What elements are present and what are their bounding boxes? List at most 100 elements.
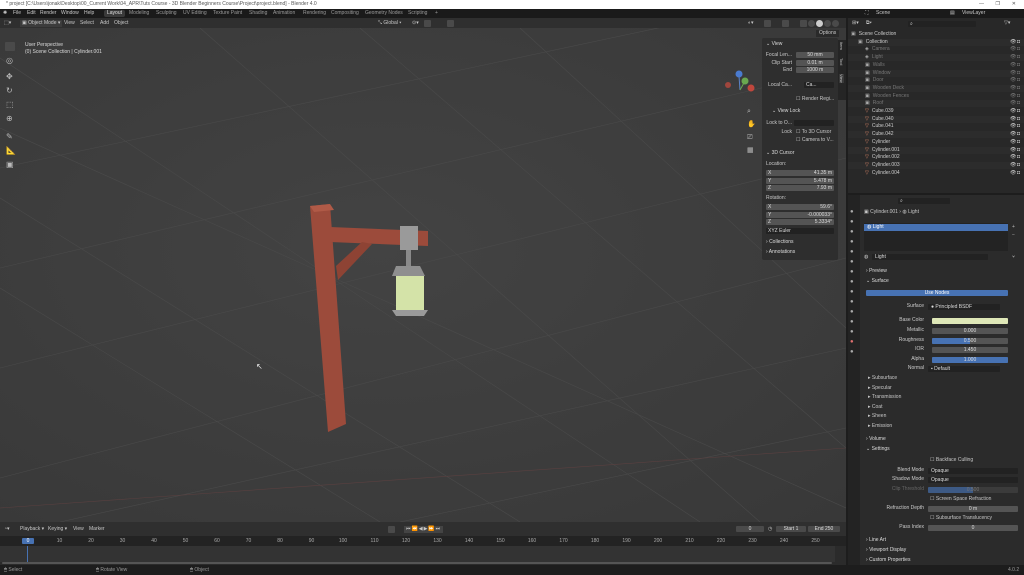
cursor-rotation-y[interactable]: Y -0.000033° [766, 211, 834, 218]
visibility-eye-icon[interactable]: 👁 [1010, 131, 1016, 138]
visibility-eye-icon[interactable]: 👁 [1010, 85, 1016, 92]
start-frame-field[interactable]: Start 1 [776, 526, 806, 532]
cursor-location-y[interactable]: Y 5.478 m [766, 177, 834, 184]
visibility-eye-icon[interactable]: 👁 [1010, 39, 1016, 46]
input-slider-metallic[interactable]: 0.000 [932, 328, 1008, 334]
transform-orientation[interactable]: ⤡ Global ▾ [378, 20, 401, 27]
local-camera-field[interactable]: Ca... [804, 82, 834, 88]
texture-tab-icon[interactable]: ● [850, 349, 854, 355]
timeline-editor-icon[interactable]: ◔▾ [4, 526, 10, 533]
outliner-item[interactable]: ▣ Collection 👁 ◘ [848, 38, 1024, 46]
render-camera-icon[interactable]: ◘ [1017, 123, 1020, 130]
scene-tab-icon[interactable]: ● [850, 249, 854, 255]
outliner-item[interactable]: ▽ Cylinder 👁 ◘ [848, 139, 1024, 146]
visibility-eye-icon[interactable]: 👁 [1010, 70, 1016, 77]
physics-tab-icon[interactable]: ● [850, 309, 854, 315]
outliner-item[interactable]: ▽ Cylinder.001 👁 ◘ [848, 146, 1024, 154]
close-button[interactable]: ✕ [1012, 0, 1016, 9]
outliner-item[interactable]: ▽ Cylinder.004 👁 ◘ [848, 170, 1024, 177]
outliner-display-mode-icon[interactable]: ⊞▾ [852, 20, 859, 27]
visibility-icon[interactable]: ◐▾ [748, 20, 754, 27]
playback-controls[interactable]: ⏮⏪◀▶⏩⏭ [404, 526, 444, 533]
outliner-item[interactable]: ◈ Light 👁 ◘ [848, 54, 1024, 62]
subpanel-specular[interactable]: ▸ Specular [868, 385, 892, 392]
playback-menu[interactable]: Playback ▾ [20, 526, 44, 533]
lock-to-3d-cursor-checkbox[interactable]: ☐ To 3D Cursor [796, 129, 831, 136]
tab-workspace-animation[interactable]: Animation [270, 10, 298, 17]
rendered-shading-icon[interactable] [832, 20, 839, 27]
output-tab-icon[interactable]: ● [850, 229, 854, 235]
render-camera-icon[interactable]: ◘ [1017, 131, 1020, 138]
render-region-checkbox[interactable]: ☐ Render Regi... [796, 96, 834, 103]
render-camera-icon[interactable]: ◘ [1017, 46, 1020, 53]
material-slot-list[interactable]: ◍ Light [864, 223, 1008, 251]
solid-shading-icon[interactable] [816, 20, 823, 27]
backface-culling-checkbox[interactable]: ☐ Backface Culling [930, 457, 973, 464]
minimize-button[interactable]: — [979, 0, 984, 9]
clip-end-field[interactable]: 1000 m [796, 67, 834, 73]
menu-view[interactable]: View [64, 20, 75, 27]
render-camera-icon[interactable]: ◘ [1017, 70, 1020, 77]
outliner-item[interactable]: ▣ Wooden Deck 👁 ◘ [848, 84, 1024, 92]
menu-help[interactable]: Help [84, 10, 94, 17]
annotations-section[interactable]: › Annotations [766, 249, 795, 256]
line-art-section[interactable]: › Line Art [866, 537, 886, 544]
sss-checkbox[interactable]: ☐ Subsurface Translucency [930, 515, 992, 522]
ssr-checkbox[interactable]: ☐ Screen Space Refraction [930, 496, 991, 503]
volume-section[interactable]: › Volume [866, 436, 886, 443]
particles-tab-icon[interactable]: ● [850, 299, 854, 305]
view-section-header[interactable]: ⌄ View [766, 41, 782, 48]
view-layer-tab-icon[interactable]: ● [850, 239, 854, 245]
maximize-button[interactable]: ❐ [996, 0, 1000, 9]
3d-cursor-header[interactable]: ⌄ 3D Cursor [766, 150, 794, 157]
cursor-location-x[interactable]: X 41.35 m [766, 170, 834, 176]
visibility-eye-icon[interactable]: 👁 [1010, 93, 1016, 100]
measure-tool-icon[interactable]: 📐 [6, 146, 16, 155]
filter-funnel-icon[interactable]: ▽▾ [1004, 20, 1010, 27]
constraints-tab-icon[interactable]: ● [850, 319, 854, 325]
proportional-edit-icon[interactable] [447, 20, 454, 27]
visibility-eye-icon[interactable]: 👁 [1010, 139, 1016, 146]
tab-item[interactable]: Item [839, 42, 844, 50]
input-slider-ior[interactable]: 1.450 [932, 347, 1008, 354]
outliner-item[interactable]: ▽ Cylinder.003 👁 ◘ [848, 161, 1024, 169]
menu-render[interactable]: Render [40, 10, 56, 17]
outliner-item[interactable]: ▽ Cube.039 👁 ◘ [848, 108, 1024, 115]
visibility-eye-icon[interactable]: 👁 [1010, 54, 1016, 61]
tab-tool[interactable]: Tool [839, 58, 844, 65]
gizmo-toggle-icon[interactable] [764, 20, 771, 27]
transform-tool-icon[interactable]: ⊕ [6, 114, 13, 123]
tab-workspace-layout[interactable]: Layout [104, 10, 126, 17]
render-camera-icon[interactable]: ◘ [1017, 39, 1020, 46]
outliner-item[interactable]: ▣ Scene Collection [848, 31, 1024, 38]
tab-workspace-shading[interactable]: Shading [246, 10, 270, 17]
visibility-eye-icon[interactable]: 👁 [1010, 123, 1016, 130]
viewport-display-section[interactable]: › Viewport Display [866, 547, 906, 554]
render-camera-icon[interactable]: ◘ [1017, 116, 1020, 123]
mode-selector[interactable]: ▣ Object Mode ▾ [20, 20, 63, 27]
render-camera-icon[interactable]: ◘ [1017, 108, 1020, 115]
cursor-rotation-z[interactable]: Z 5.3334° [766, 219, 834, 225]
keying-menu[interactable]: Keying ▾ [48, 526, 67, 533]
tab-workspace-geometry-nodes[interactable]: Geometry Nodes [362, 10, 406, 17]
tab-view[interactable]: View [839, 74, 844, 83]
tab-workspace-scripting[interactable]: Scripting [405, 10, 430, 17]
material-browse-icon[interactable]: ◍ [864, 254, 868, 261]
menu-object[interactable]: Object [114, 20, 128, 27]
render-camera-icon[interactable]: ◘ [1017, 154, 1020, 161]
outliner-item[interactable]: ▽ Cube.042 👁 ◘ [848, 131, 1024, 139]
timeline-track-area[interactable] [0, 546, 835, 562]
tab-workspace-uv-editing[interactable]: UV Editing [180, 10, 210, 17]
render-camera-icon[interactable]: ◘ [1017, 85, 1020, 92]
visibility-eye-icon[interactable]: 👁 [1010, 108, 1016, 115]
outliner-item[interactable]: ▣ Walls 👁 ◘ [848, 62, 1024, 69]
cursor-tool-icon[interactable]: ◎ [6, 56, 13, 65]
pivot-icon[interactable]: ⊙▾ [412, 20, 419, 27]
render-camera-icon[interactable]: ◘ [1017, 147, 1020, 154]
menu-file[interactable]: File [13, 10, 21, 17]
view-layer-icon[interactable]: ▤ [950, 10, 955, 17]
use-nodes-button[interactable]: Use Nodes [866, 290, 1008, 296]
3d-viewport[interactable]: ⌕ ✋ ⎚ ▦ ↖ ◎ ✥ ↻ ⬚ ⊕ ✎ 📐 ▣ User Perspecti… [0, 28, 846, 522]
wireframe-shading-icon[interactable] [808, 20, 815, 27]
visibility-eye-icon[interactable]: 👁 [1010, 100, 1016, 107]
